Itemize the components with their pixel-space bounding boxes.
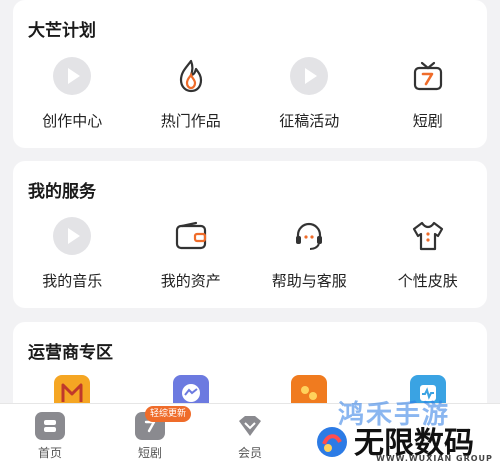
plan-card: 大芒计划 创作中心 热门作品 征稿活动 短剧: [13, 0, 487, 148]
watermark-url-text: WWW.WUXIAN GROUP: [376, 454, 493, 463]
update-badge: 轻综更新: [145, 406, 192, 422]
nav-home-label: 首页: [37, 446, 62, 460]
my-assets-item[interactable]: 我的资产: [132, 216, 251, 291]
short-drama-label: 短剧: [412, 112, 443, 130]
nav-short-drama-label: 短剧: [137, 446, 162, 460]
headset-icon: [289, 216, 329, 256]
flame-icon: [171, 56, 211, 96]
nav-vip-label: 会员: [237, 446, 262, 460]
tv-icon: [408, 56, 448, 96]
help-service-label: 帮助与客服: [271, 272, 347, 290]
services-card: 我的服务 我的音乐 我的资产 帮助与客服 个性皮肤: [13, 161, 487, 308]
plan-title: 大芒计划: [28, 21, 96, 41]
my-music-label: 我的音乐: [42, 272, 103, 290]
nav-vip[interactable]: 会员: [220, 412, 280, 461]
nav-home[interactable]: 首页: [20, 412, 80, 461]
hot-works-item[interactable]: 热门作品: [132, 56, 251, 131]
personal-skin-label: 个性皮肤: [397, 272, 458, 290]
my-music-item[interactable]: 我的音乐: [13, 216, 132, 291]
my-assets-label: 我的资产: [160, 272, 221, 290]
vip-diamond-icon: [235, 412, 265, 440]
submission-activity-label: 征稿活动: [279, 112, 340, 130]
creation-center-item[interactable]: 创作中心: [13, 56, 132, 131]
operator-title: 运营商专区: [28, 343, 113, 363]
tshirt-icon: [408, 216, 448, 256]
help-service-item[interactable]: 帮助与客服: [250, 216, 369, 291]
play-circle-icon: [289, 56, 329, 96]
home-icon: [35, 412, 65, 440]
submission-activity-item[interactable]: 征稿活动: [250, 56, 369, 131]
personal-skin-item[interactable]: 个性皮肤: [369, 216, 488, 291]
short-drama-item[interactable]: 短剧: [369, 56, 488, 131]
watermark: 鸿禾手游 无限数码 WWW.WUXIAN GROUP: [310, 398, 500, 467]
play-circle-icon: [52, 216, 92, 256]
services-title: 我的服务: [28, 182, 96, 202]
creation-center-label: 创作中心: [42, 112, 103, 130]
play-circle-icon: [52, 56, 92, 96]
wallet-icon: [171, 216, 211, 256]
hot-works-label: 热门作品: [160, 112, 221, 130]
